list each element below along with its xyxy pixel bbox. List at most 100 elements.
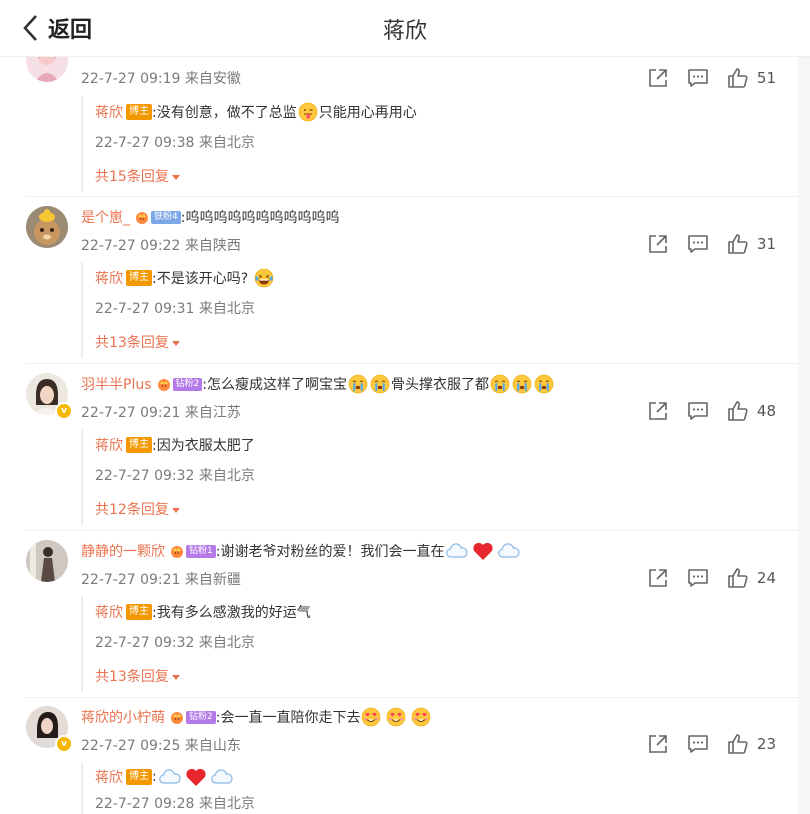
- more-replies-link[interactable]: 共12条回复: [95, 499, 180, 519]
- reply-location: 来自北京: [198, 301, 255, 317]
- laugh-tears-icon: [254, 268, 274, 288]
- fan-badge: 铁粉4: [151, 210, 181, 224]
- share-icon[interactable]: [647, 233, 669, 255]
- blogger-badge: 博主: [126, 604, 152, 620]
- comment-icon[interactable]: [687, 67, 709, 89]
- crown-icon: [169, 543, 185, 559]
- crying-face-icon: [490, 374, 510, 394]
- like-button[interactable]: 23: [727, 733, 776, 755]
- like-count: 48: [756, 402, 776, 420]
- blogger-badge: 博主: [126, 270, 152, 286]
- reply-author[interactable]: 蒋欣: [95, 602, 123, 622]
- reply-text-tail: 只能用心再用心: [318, 105, 417, 121]
- comment-username[interactable]: 羽半半Plus: [81, 374, 152, 394]
- comment-text: :怎么瘦成这样了啊宝宝: [202, 377, 347, 393]
- like-count: 31: [756, 235, 776, 253]
- scrollbar-track[interactable]: [798, 56, 810, 814]
- caret-down-icon: [171, 507, 180, 513]
- more-replies-link[interactable]: 共13条回复: [95, 332, 180, 352]
- share-icon[interactable]: [647, 400, 669, 422]
- comment-location: 来自江苏: [184, 405, 241, 421]
- reply-text: :我有多么感激我的好运气: [152, 605, 311, 621]
- crown-icon: [156, 376, 172, 392]
- more-replies-link[interactable]: 共13条回复: [95, 666, 180, 686]
- cloud-icon: [497, 541, 521, 561]
- comment-text: :会一直一直陪你走下去: [215, 710, 361, 726]
- crown-icon: [169, 709, 185, 725]
- like-button[interactable]: 31: [727, 233, 776, 255]
- share-icon[interactable]: [647, 567, 669, 589]
- fan-badge: 钻粉1: [186, 544, 216, 558]
- comment-date: 22-7-27 09:21: [81, 405, 181, 421]
- comment-item: v 蒋欣的小柠萌 钻粉2:会一直一直陪你走下去 22-7-27 09:25 来自山…: [0, 697, 798, 814]
- thumbs-up-icon: [727, 233, 749, 255]
- heart-eyes-face-icon: [411, 707, 431, 727]
- caret-down-icon: [171, 340, 180, 346]
- reply-date: 22-7-27 09:32: [95, 635, 195, 651]
- more-replies-link[interactable]: 共15条回复: [95, 166, 180, 186]
- fan-badge: 钻粉2: [172, 377, 203, 391]
- comment-location: 来自陕西: [184, 238, 241, 254]
- comment-date: 22-7-27 09:25: [81, 738, 181, 754]
- crying-face-icon: [370, 374, 390, 394]
- verified-icon: v: [55, 735, 73, 753]
- comment-icon[interactable]: [687, 567, 709, 589]
- reply-author[interactable]: 蒋欣: [95, 435, 123, 455]
- reply-author[interactable]: 蒋欣: [95, 268, 123, 288]
- avatar[interactable]: [26, 206, 68, 248]
- reply-block: 蒋欣 博主:不是该开心吗? 22-7-27 09:31 来自北京 共13条回复: [81, 262, 783, 358]
- comment-item: 静静的一颗欣 钻粉1:谢谢老爷对粉丝的爱！我们会一直在 22-7-27 09:21…: [0, 530, 798, 697]
- reply-date: 22-7-27 09:32: [95, 468, 195, 484]
- thumbs-up-icon: [727, 67, 749, 89]
- crying-face-icon: [512, 374, 532, 394]
- reply-author[interactable]: 蒋欣: [95, 767, 123, 787]
- comment-meta: 22-7-27 09:19 来自安徽: [81, 68, 241, 88]
- comment-icon[interactable]: [687, 733, 709, 755]
- like-count: 23: [756, 735, 776, 753]
- reply-block: 蒋欣 博主:没有创意，做不了总监 只能用心再用心 22-7-27 09:38 来自北…: [81, 96, 783, 192]
- like-button[interactable]: 48: [727, 400, 776, 422]
- like-button[interactable]: 51: [727, 67, 776, 89]
- caret-down-icon: [171, 674, 180, 680]
- comment-icon[interactable]: [687, 400, 709, 422]
- comment-text: :谢谢老爷对粉丝的爱！我们会一直在: [215, 544, 445, 560]
- reply-text: :没有创意，做不了总监: [152, 105, 297, 121]
- reply-location: 来自北京: [198, 796, 255, 812]
- reply-text: :: [152, 769, 157, 785]
- comment-icon[interactable]: [687, 233, 709, 255]
- reply-location: 来自北京: [198, 135, 255, 151]
- reply-text: :因为衣服太肥了: [152, 438, 255, 454]
- thumbs-up-icon: [727, 567, 749, 589]
- cloud-icon: [445, 541, 469, 561]
- comment-date: 22-7-27 09:22: [81, 238, 181, 254]
- caret-down-icon: [171, 174, 180, 180]
- share-icon[interactable]: [647, 67, 669, 89]
- heart-eyes-face-icon: [361, 707, 381, 727]
- reply-location: 来自北京: [198, 468, 255, 484]
- comment-username[interactable]: 静静的一颗欣: [81, 541, 165, 561]
- red-heart-icon: [184, 767, 208, 787]
- red-heart-icon: [471, 541, 495, 561]
- reply-date: 22-7-27 09:38: [95, 135, 195, 151]
- like-button[interactable]: 24: [727, 567, 776, 589]
- top-nav-bar: 返回 蒋欣: [0, 0, 810, 57]
- reply-block: 蒋欣 博主: 22-7-27 09:28 来自北京: [81, 763, 783, 814]
- reply-text: :不是该开心吗?: [152, 271, 249, 287]
- crown-icon: [134, 209, 150, 225]
- cloud-icon: [158, 767, 182, 787]
- share-icon[interactable]: [647, 733, 669, 755]
- avatar[interactable]: [26, 540, 68, 582]
- comment-text-tail: 骨头撑衣服了都: [390, 377, 489, 393]
- reply-author[interactable]: 蒋欣: [95, 102, 123, 122]
- crying-face-icon: [348, 374, 368, 394]
- comment-username[interactable]: 蒋欣的小柠萌: [81, 707, 165, 727]
- blogger-badge: 博主: [126, 437, 152, 453]
- reply-date: 22-7-27 09:31: [95, 301, 195, 317]
- fan-badge: 钻粉2: [186, 710, 216, 724]
- cloud-icon: [210, 767, 234, 787]
- comment-item: v 羽半半Plus 钻粉2:怎么瘦成这样了啊宝宝 骨头撑衣服了都 22-7-27 0…: [0, 363, 798, 530]
- like-count: 51: [756, 69, 776, 87]
- page-title: 蒋欣: [382, 19, 427, 44]
- blogger-badge: 博主: [126, 104, 152, 120]
- comment-username[interactable]: 是个崽_: [81, 207, 130, 227]
